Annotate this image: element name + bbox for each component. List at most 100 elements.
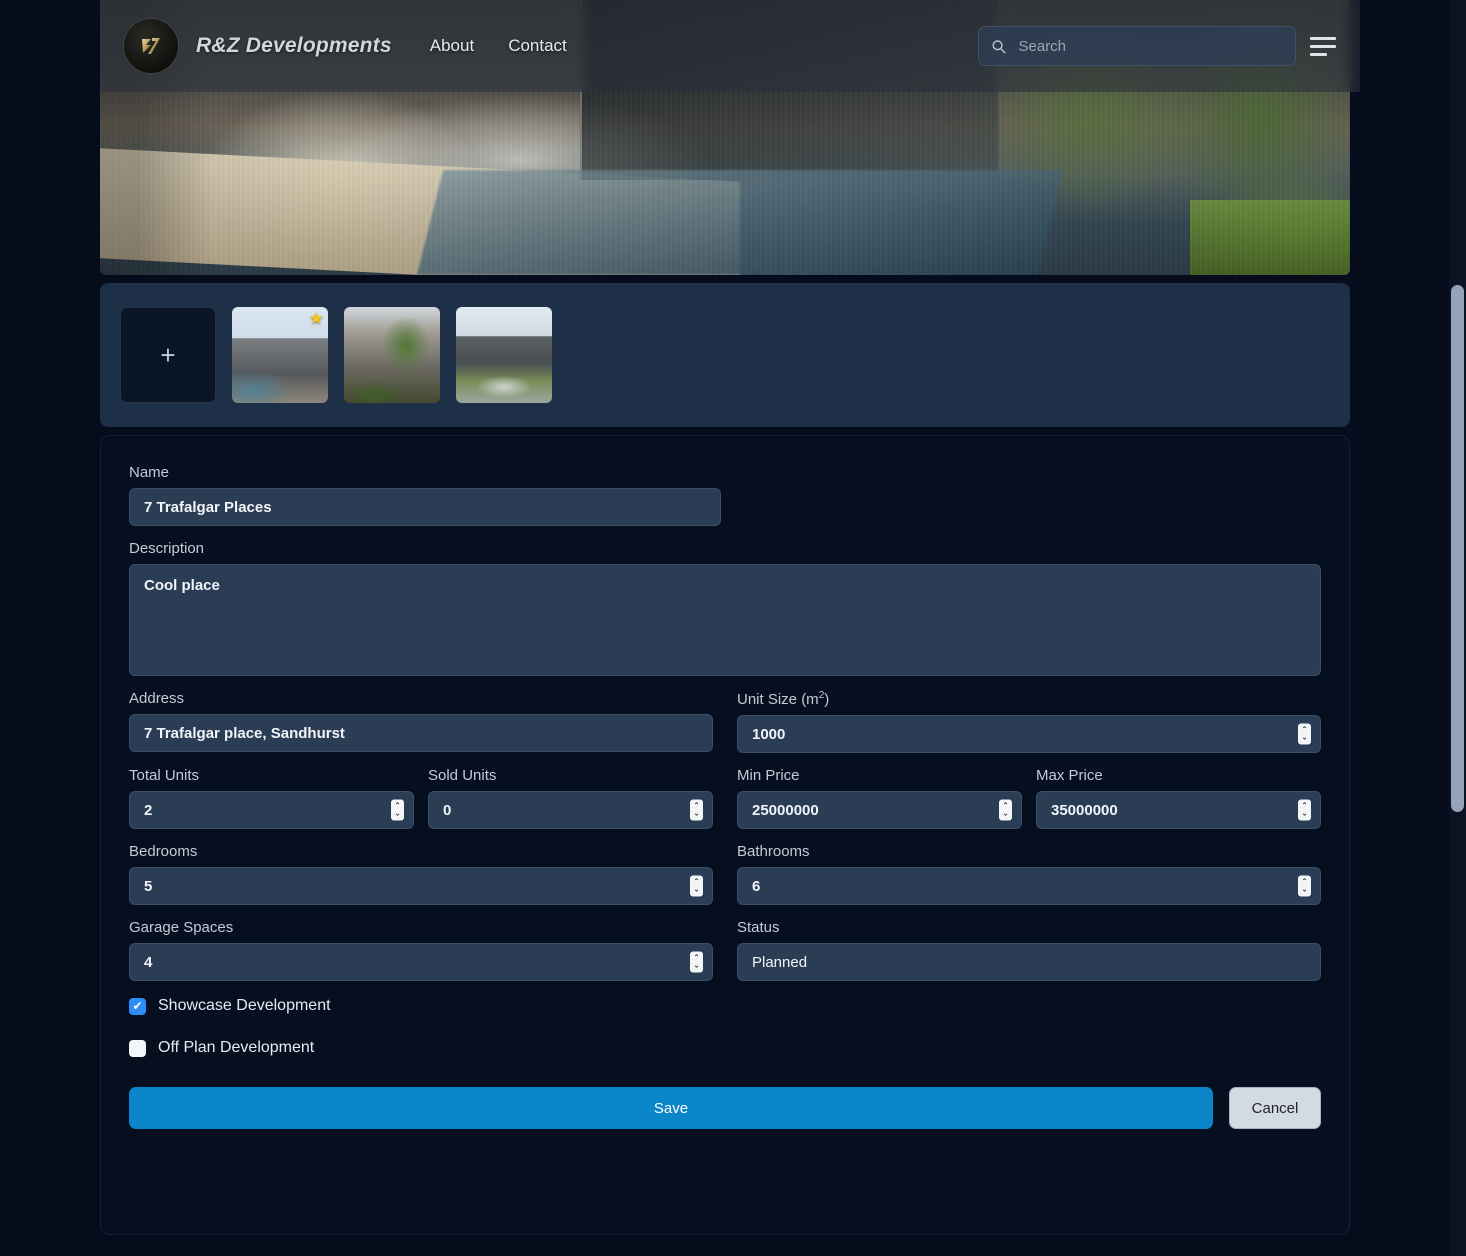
- stepper-down-icon[interactable]: ⌄: [694, 811, 700, 818]
- stepper-up-icon[interactable]: ⌃: [395, 803, 401, 810]
- bedrooms-stepper[interactable]: ⌃ ⌄: [690, 875, 703, 897]
- nav-link-contact[interactable]: Contact: [508, 36, 567, 56]
- gallery-thumbnail-2[interactable]: [344, 307, 440, 403]
- showcase-checkbox-label: Showcase Development: [158, 997, 331, 1014]
- gallery-thumbnail-1[interactable]: ★: [232, 307, 328, 403]
- showcase-checkbox[interactable]: ✔: [129, 997, 146, 1015]
- status-field-group: Status Planned: [737, 919, 1321, 981]
- address-unitsize-row: Address 7 Trafalgar place, Sandhurst Uni…: [129, 690, 1321, 753]
- unit-size-input[interactable]: 1000 ⌃ ⌄: [737, 715, 1321, 753]
- hero-lawn: [1190, 200, 1350, 275]
- total-units-value: 2: [144, 801, 153, 819]
- stepper-up-icon[interactable]: ⌃: [1302, 727, 1308, 734]
- stepper-down-icon[interactable]: ⌄: [1302, 887, 1308, 894]
- unit-size-label: Unit Size (m2): [737, 690, 1321, 708]
- total-units-field-group: Total Units 2 ⌃ ⌄: [129, 767, 414, 829]
- page-scrollbar-thumb[interactable]: [1451, 285, 1464, 812]
- sold-units-field-group: Sold Units 0 ⌃ ⌄: [428, 767, 713, 829]
- stepper-up-icon[interactable]: ⌃: [1003, 803, 1009, 810]
- featured-star-icon[interactable]: ★: [309, 310, 324, 327]
- stepper-up-icon[interactable]: ⌃: [1302, 879, 1308, 886]
- total-units-label: Total Units: [129, 767, 200, 784]
- sold-units-input[interactable]: 0 ⌃ ⌄: [428, 791, 713, 829]
- address-label: Address: [129, 690, 185, 707]
- min-price-input[interactable]: 25000000 ⌃ ⌄: [737, 791, 1022, 829]
- offplan-checkbox[interactable]: [129, 1039, 146, 1057]
- description-label: Description: [129, 540, 205, 557]
- min-price-stepper[interactable]: ⌃ ⌄: [999, 799, 1012, 821]
- bedrooms-label: Bedrooms: [129, 843, 198, 860]
- stepper-down-icon[interactable]: ⌄: [694, 887, 700, 894]
- offplan-checkbox-row[interactable]: Off Plan Development: [129, 1039, 1321, 1057]
- search-input[interactable]: [1016, 36, 1283, 56]
- garage-spaces-field-group: Garage Spaces 4 ⌃ ⌄: [129, 919, 713, 981]
- min-price-value: 25000000: [752, 801, 819, 819]
- name-input[interactable]: 7 Trafalgar Places: [129, 488, 721, 526]
- brand-title: R&Z Developments: [196, 34, 392, 57]
- bedrooms-value: 5: [144, 877, 153, 895]
- unit-size-label-main: Unit Size (m: [737, 691, 819, 708]
- name-label: Name: [129, 464, 170, 481]
- max-price-label: Max Price: [1036, 767, 1103, 784]
- unit-size-label-end: ): [824, 691, 830, 708]
- garage-spaces-label: Garage Spaces: [129, 919, 234, 936]
- stepper-up-icon[interactable]: ⌃: [1302, 803, 1308, 810]
- bathrooms-stepper[interactable]: ⌃ ⌄: [1298, 875, 1311, 897]
- description-value: Cool place: [144, 577, 220, 594]
- development-form-card: Name 7 Trafalgar Places Description Cool…: [100, 435, 1350, 1235]
- hero-pool: [416, 170, 1064, 275]
- units-prices-row: Total Units 2 ⌃ ⌄ Sold Units 0 ⌃ ⌄ Min P…: [129, 767, 1321, 829]
- max-price-input[interactable]: 35000000 ⌃ ⌄: [1036, 791, 1321, 829]
- sold-units-stepper[interactable]: ⌃ ⌄: [690, 799, 703, 821]
- description-textarea[interactable]: Cool place: [129, 564, 1321, 676]
- bathrooms-field-group: Bathrooms 6 ⌃ ⌄: [737, 843, 1321, 905]
- stepper-down-icon[interactable]: ⌄: [694, 963, 700, 970]
- unit-size-stepper[interactable]: ⌃ ⌄: [1298, 723, 1311, 745]
- bedrooms-bathrooms-row: Bedrooms 5 ⌃ ⌄ Bathrooms 6 ⌃ ⌄: [129, 843, 1321, 905]
- stepper-down-icon[interactable]: ⌄: [395, 811, 401, 818]
- nav-link-about[interactable]: About: [430, 36, 474, 56]
- stepper-up-icon[interactable]: ⌃: [694, 803, 700, 810]
- garage-spaces-stepper[interactable]: ⌃ ⌄: [690, 951, 703, 973]
- stepper-down-icon[interactable]: ⌄: [1302, 811, 1308, 818]
- bathrooms-value: 6: [752, 877, 761, 895]
- total-units-stepper[interactable]: ⌃ ⌄: [391, 799, 404, 821]
- name-field-group: Name 7 Trafalgar Places: [129, 464, 1321, 526]
- rz-monogram-logo-icon[interactable]: [124, 19, 178, 73]
- unit-size-input-value: 1000: [752, 725, 786, 743]
- bathrooms-input[interactable]: 6 ⌃ ⌄: [737, 867, 1321, 905]
- stepper-down-icon[interactable]: ⌄: [1302, 735, 1308, 742]
- page-scrollbar-track[interactable]: [1449, 0, 1466, 1256]
- status-select[interactable]: Planned: [737, 943, 1321, 981]
- hamburger-menu-icon[interactable]: [1310, 32, 1338, 60]
- address-input[interactable]: 7 Trafalgar place, Sandhurst: [129, 714, 713, 752]
- stepper-down-icon[interactable]: ⌄: [1003, 811, 1009, 818]
- stepper-up-icon[interactable]: ⌃: [694, 879, 700, 886]
- app-page: R&Z Developments About Contact + ★: [0, 0, 1466, 1256]
- description-field-group: Description Cool place: [129, 540, 1321, 676]
- bedrooms-input[interactable]: 5 ⌃ ⌄: [129, 867, 713, 905]
- showcase-checkbox-row[interactable]: ✔ Showcase Development: [129, 997, 1321, 1015]
- add-image-plus-icon: +: [160, 339, 176, 370]
- stepper-up-icon[interactable]: ⌃: [694, 955, 700, 962]
- navbar-right-cluster: [978, 26, 1338, 66]
- total-units-input[interactable]: 2 ⌃ ⌄: [129, 791, 414, 829]
- status-value: Planned: [752, 953, 808, 971]
- search-box[interactable]: [978, 26, 1296, 66]
- max-price-value: 35000000: [1051, 801, 1118, 819]
- gallery-thumbnail-3[interactable]: [456, 307, 552, 403]
- nav-links: About Contact: [430, 36, 567, 56]
- cancel-button[interactable]: Cancel: [1229, 1087, 1321, 1129]
- unit-size-field-group: Unit Size (m2) 1000 ⌃ ⌄: [737, 690, 1321, 753]
- sold-units-value: 0: [443, 801, 452, 819]
- search-icon: [992, 39, 1006, 53]
- max-price-stepper[interactable]: ⌃ ⌄: [1298, 799, 1311, 821]
- status-label: Status: [737, 919, 780, 936]
- add-image-button[interactable]: +: [120, 307, 216, 403]
- save-button[interactable]: Save: [129, 1087, 1213, 1129]
- garage-status-row: Garage Spaces 4 ⌃ ⌄ Status Planned: [129, 919, 1321, 981]
- address-input-value: 7 Trafalgar place, Sandhurst: [144, 724, 345, 742]
- garage-spaces-input[interactable]: 4 ⌃ ⌄: [129, 943, 713, 981]
- top-navbar: R&Z Developments About Contact: [100, 0, 1360, 92]
- name-input-value: 7 Trafalgar Places: [144, 498, 272, 516]
